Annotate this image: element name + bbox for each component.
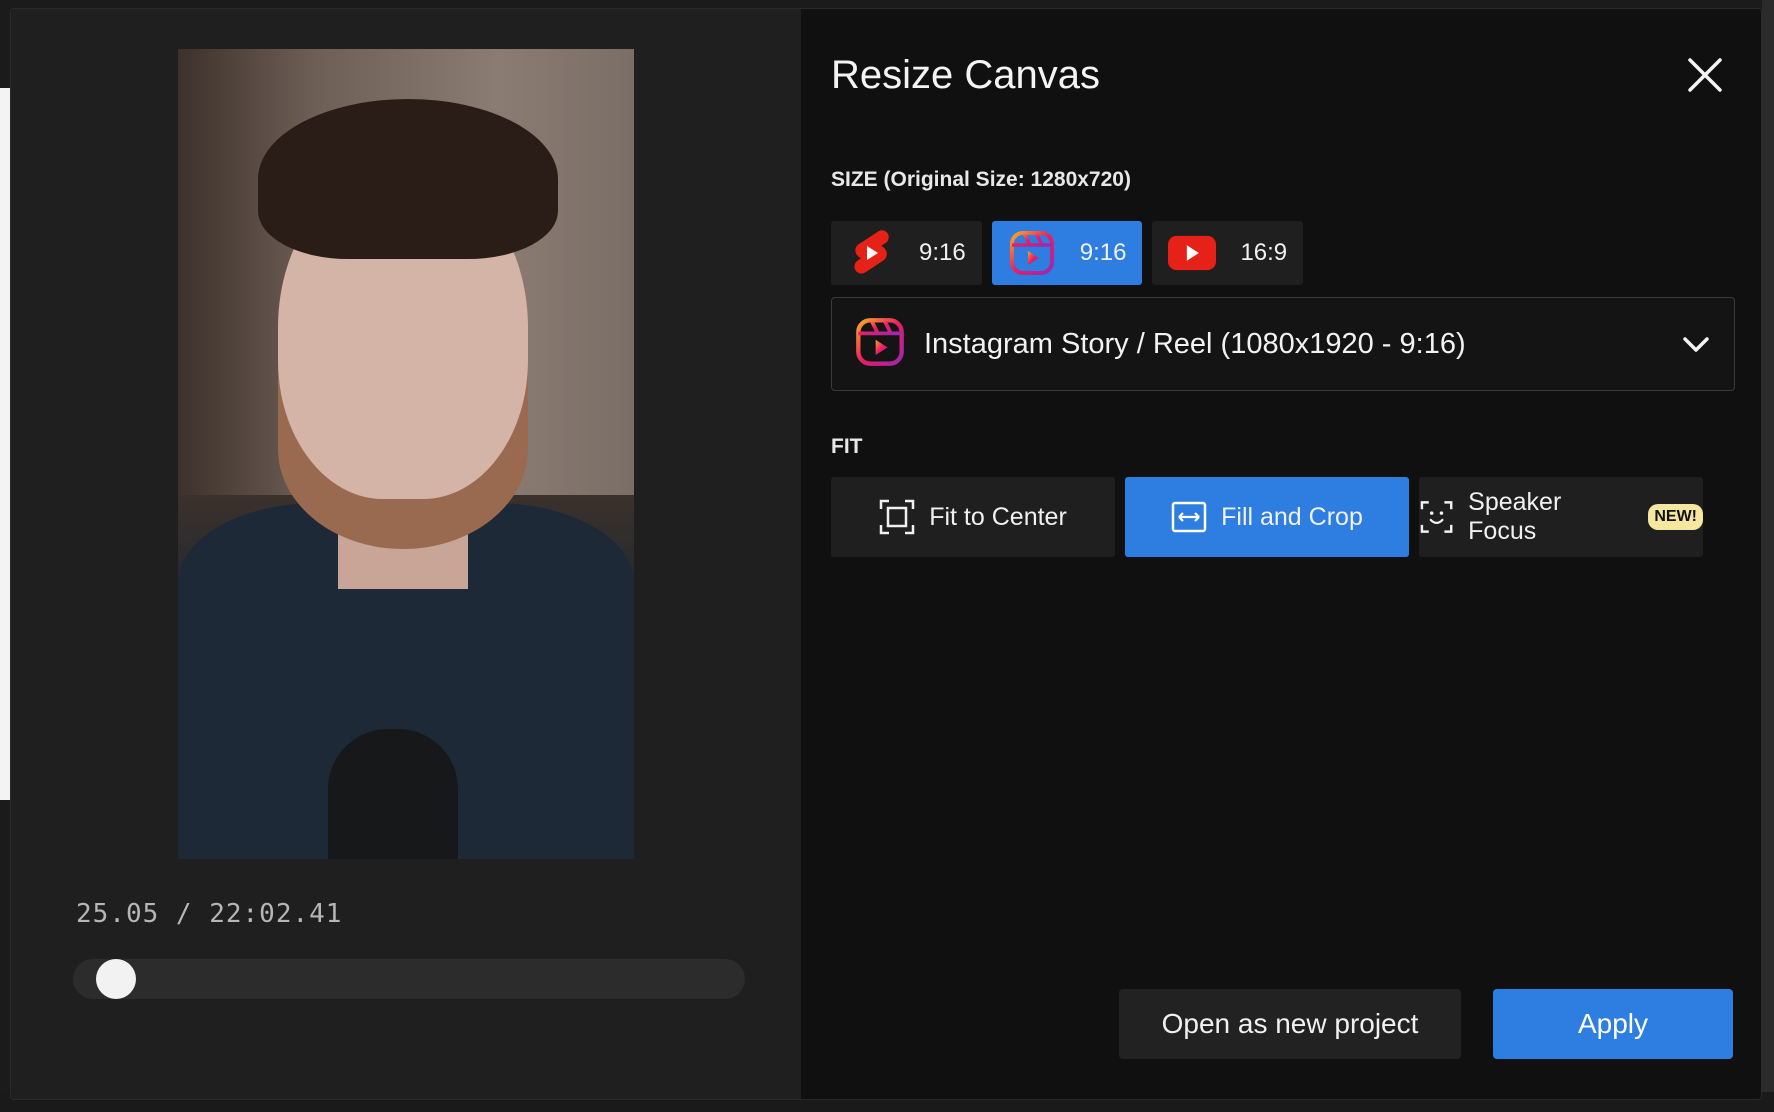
fit-option-label: Fill and Crop [1221,502,1363,531]
apply-button[interactable]: Apply [1493,989,1733,1059]
speaker-focus-icon [1420,501,1453,533]
preset-label: 9:16 [919,239,966,266]
instagram-reels-icon [1008,229,1056,277]
settings-panel: Resize Canvas SIZE (Original Size: 1280x… [801,9,1761,1099]
fit-options: Fit to Center Fill and Crop Speaker Focu… [831,477,1703,557]
youtube-icon [1168,229,1217,277]
fill-and-crop-button[interactable]: Fill and Crop [1125,477,1409,557]
preset-label: 16:9 [1240,239,1288,266]
size-presets: 9:16 9:16 16:9 [831,221,1304,285]
video-preview [178,49,634,859]
size-label: SIZE (Original Size: 1280x720) [831,168,1131,191]
preview-panel: 25.05 / 22:02.41 [11,9,801,1099]
preset-youtube-shorts[interactable]: 9:16 [831,221,982,285]
chevron-down-icon [1683,337,1709,352]
speaker-focus-button[interactable]: Speaker Focus NEW! [1419,477,1703,557]
close-icon [1688,58,1722,92]
open-as-new-project-button[interactable]: Open as new project [1119,989,1461,1059]
fit-to-center-button[interactable]: Fit to Center [831,477,1115,557]
dialog-title: Resize Canvas [831,53,1101,97]
fit-option-label: Speaker Focus [1468,488,1562,545]
video-hair [258,99,558,259]
size-select-value: Instagram Story / Reel (1080x1920 - 9:16… [924,327,1466,360]
fit-label: FIT [831,435,863,458]
youtube-shorts-icon [847,229,895,277]
fit-option-label: Fit to Center [929,502,1067,531]
playback-scrubber[interactable] [73,959,745,999]
instagram-reels-icon [854,316,906,373]
resize-canvas-dialog: 25.05 / 22:02.41 Resize Canvas SIZE (Ori… [10,8,1762,1100]
timecode: 25.05 / 22:02.41 [76,899,343,929]
fit-center-icon [879,499,915,535]
size-select[interactable]: Instagram Story / Reel (1080x1920 - 9:16… [831,297,1735,391]
new-badge: NEW! [1648,504,1703,530]
preset-instagram-reels[interactable]: 9:16 [991,221,1143,285]
preset-youtube[interactable]: 16:9 [1152,221,1304,285]
close-button[interactable] [1685,55,1725,95]
preset-label: 9:16 [1079,239,1127,266]
fill-crop-icon [1171,501,1207,533]
video-microphone [328,729,458,859]
background-edge [1762,0,1774,1112]
scrubber-handle[interactable] [96,959,137,999]
